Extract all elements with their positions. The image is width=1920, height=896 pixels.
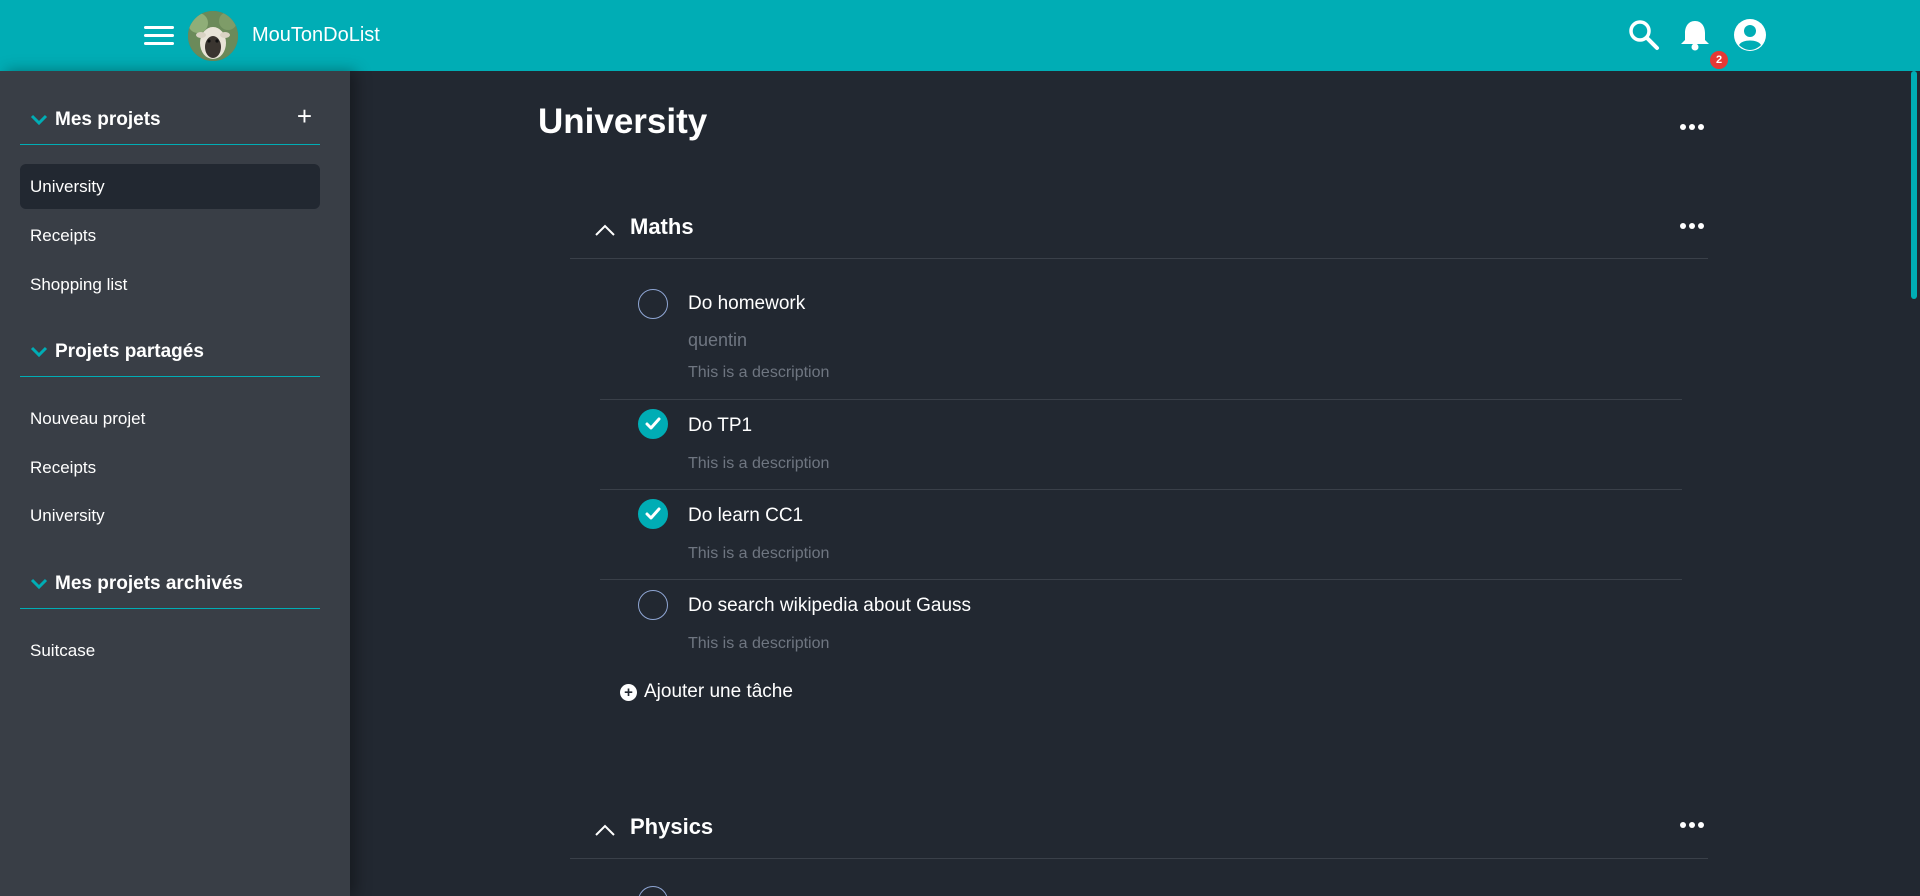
- task-description: This is a description: [688, 545, 830, 562]
- sidebar-item-receipts[interactable]: Receipts: [20, 213, 320, 258]
- task-item: Do search wikipedia about Gauss This is …: [600, 580, 1682, 670]
- group-header-maths: Maths: [570, 201, 1708, 259]
- section-my-projects[interactable]: Mes projets +: [20, 95, 320, 145]
- checkmark-icon: [645, 417, 661, 430]
- group-title: Physics: [630, 814, 714, 839]
- chevron-down-icon[interactable]: [30, 114, 48, 126]
- task-item: Do homework quentin This is a descriptio…: [600, 274, 1682, 400]
- task-description: This is a description: [688, 364, 830, 381]
- sidebar-item-suitcase[interactable]: Suitcase: [20, 628, 320, 673]
- bell-icon[interactable]: [1677, 17, 1713, 53]
- task-item: Do learn CC1 This is a description: [600, 490, 1682, 580]
- sidebar-item-university[interactable]: University: [20, 164, 320, 209]
- chevron-up-icon[interactable]: [594, 823, 616, 837]
- sidebar: Mes projets + University Receipts Shoppi…: [0, 71, 350, 896]
- task-assignee: quentin: [688, 330, 748, 350]
- menu-icon[interactable]: [144, 22, 174, 48]
- chevron-up-icon[interactable]: [594, 223, 616, 237]
- notification-badge: 2: [1710, 51, 1728, 69]
- plus-circle-icon: +: [620, 684, 637, 701]
- task-description: This is a description: [688, 455, 830, 472]
- sidebar-item-university-shared[interactable]: University: [20, 493, 320, 538]
- add-project-button[interactable]: +: [297, 103, 312, 129]
- sidebar-item-receipts-shared[interactable]: Receipts: [20, 445, 320, 490]
- sidebar-item-shopping-list[interactable]: Shopping list: [20, 262, 320, 307]
- account-icon[interactable]: [1732, 17, 1768, 53]
- group-options-icon[interactable]: [1680, 223, 1704, 231]
- task-title[interactable]: Do homework: [688, 293, 805, 315]
- task-checkbox-checked[interactable]: [638, 409, 668, 439]
- task-checkbox[interactable]: [638, 886, 668, 896]
- task-checkbox[interactable]: [638, 590, 668, 620]
- project-options-icon[interactable]: [1680, 124, 1704, 132]
- group-options-icon[interactable]: [1680, 822, 1704, 830]
- section-title: Mes projets: [55, 109, 161, 130]
- task-checkbox-checked[interactable]: [638, 499, 668, 529]
- task-title[interactable]: Do learn CC1: [688, 505, 803, 527]
- task-title[interactable]: Do search wikipedia about Gauss: [688, 595, 971, 617]
- section-shared-projects[interactable]: Projets partagés: [20, 327, 320, 377]
- chevron-down-icon[interactable]: [30, 346, 48, 358]
- page-title: University: [538, 102, 708, 141]
- app-title[interactable]: MouTonDoList: [252, 24, 380, 47]
- task-description: This is a description: [688, 635, 830, 652]
- group-header-physics: Physics: [570, 801, 1708, 859]
- search-icon[interactable]: [1626, 17, 1662, 53]
- task-item: Do TP1 This is a description: [600, 400, 1682, 490]
- app-logo-avatar[interactable]: [188, 11, 238, 61]
- scrollbar-thumb[interactable]: [1911, 71, 1917, 299]
- section-archived-projects[interactable]: Mes projets archivés: [20, 559, 320, 609]
- group-title: Maths: [630, 214, 694, 239]
- top-app-bar: MouTonDoList 2: [0, 0, 1920, 71]
- section-title: Mes projets archivés: [55, 573, 243, 594]
- add-task-label: Ajouter une tâche: [644, 681, 793, 702]
- chevron-down-icon[interactable]: [30, 578, 48, 590]
- task-title[interactable]: Do TP1: [688, 415, 752, 437]
- task-checkbox[interactable]: [638, 289, 668, 319]
- sidebar-item-nouveau-projet[interactable]: Nouveau projet: [20, 396, 320, 441]
- checkmark-icon: [645, 507, 661, 520]
- section-title: Projets partagés: [55, 341, 204, 362]
